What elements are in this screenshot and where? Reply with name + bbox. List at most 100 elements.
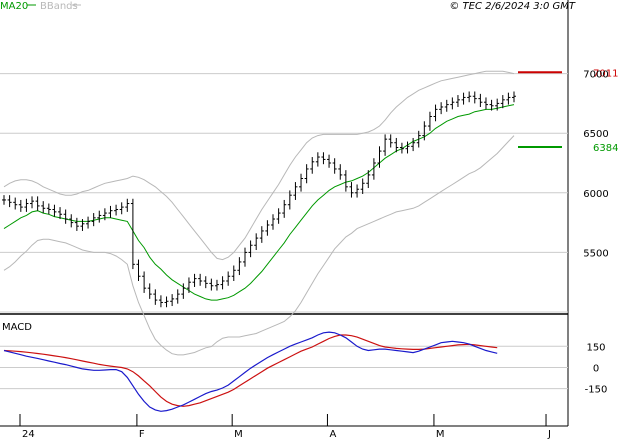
price-bar <box>483 97 488 110</box>
price-bar <box>315 152 320 167</box>
price-bar <box>147 283 152 299</box>
price-bar <box>388 134 393 148</box>
price-bar <box>512 91 516 103</box>
x-tick-label: A <box>329 429 336 440</box>
price-bar <box>299 173 304 192</box>
y-tick-labels: 7000 6500 6000 5500 150 0 -150 <box>583 70 608 396</box>
price-y-tick-label: 5500 <box>583 248 608 259</box>
price-bar <box>18 199 23 212</box>
copyright-note: © TEC 2/6/2024 3:0 GMT <box>449 1 576 12</box>
price-bar <box>248 240 253 258</box>
price-bar <box>125 198 130 212</box>
price-bar <box>114 204 119 216</box>
macd-signal-path <box>3 334 498 407</box>
macd-line-path <box>3 331 498 412</box>
x-tick-labels: 24 F M A M J <box>19 414 551 440</box>
price-y-tick-label: 7000 <box>583 70 608 81</box>
price-bar <box>175 289 180 304</box>
macd-y-tick-label: 0 <box>593 363 599 374</box>
price-bar <box>360 178 365 194</box>
price-bar <box>2 195 6 205</box>
price-bar <box>310 157 315 174</box>
price-gridlines <box>0 73 568 313</box>
chart-canvas: 70116384 70006500600055001500-150 24 F M A M… <box>0 0 618 440</box>
price-bar <box>405 141 410 154</box>
price-bar <box>327 154 332 168</box>
price-bar <box>192 273 197 287</box>
price-bar <box>24 198 29 212</box>
price-bar <box>259 226 264 243</box>
level-label-6384: 6384 <box>593 143 618 154</box>
price-bar <box>164 296 169 308</box>
bbands-lower-path <box>3 135 515 356</box>
price-bar <box>472 91 477 104</box>
price-bar <box>467 91 472 103</box>
price-bar <box>478 93 483 107</box>
x-tick-label: 24 <box>22 429 35 440</box>
price-bar <box>13 197 18 210</box>
price-bar <box>170 294 175 307</box>
price-y-tick-label: 6500 <box>583 129 608 140</box>
price-bar <box>52 204 57 217</box>
price-bar <box>108 205 113 218</box>
price-bar <box>136 259 141 282</box>
price-bar <box>86 216 91 229</box>
ma20-path <box>3 104 515 301</box>
x-tick-label: J <box>547 429 551 440</box>
price-bar <box>237 257 242 276</box>
price-bar <box>411 137 416 152</box>
legend-ma20: MA20 <box>0 1 28 12</box>
macd-y-tick-label: 150 <box>586 342 605 353</box>
x-tick-label: M <box>436 429 445 440</box>
ma20-line <box>3 104 515 301</box>
price-bar <box>203 276 208 289</box>
price-bar <box>439 102 444 115</box>
price-bar <box>119 202 124 215</box>
price-bar <box>343 170 348 192</box>
price-bar <box>455 95 460 107</box>
bbands-upper-path <box>3 70 515 261</box>
price-bar <box>338 164 343 180</box>
price-bar <box>198 273 203 286</box>
price-bar <box>276 208 281 224</box>
price-bar <box>226 271 231 286</box>
price-bar <box>214 279 219 291</box>
price-bar <box>231 265 236 282</box>
price-bar <box>461 92 466 105</box>
macd-signal-line <box>3 334 498 407</box>
price-bar <box>265 220 270 236</box>
price-bar <box>321 152 326 165</box>
x-tick-label: M <box>234 429 243 440</box>
price-y-tick-label: 6000 <box>583 189 608 200</box>
price-bar <box>74 217 79 231</box>
price-bar <box>304 164 309 184</box>
price-bar <box>220 276 225 290</box>
price-bar <box>153 289 158 305</box>
price-bar <box>450 97 455 110</box>
legend-bbands: BBands <box>40 1 78 12</box>
price-bar <box>80 219 85 231</box>
price-bar <box>355 184 360 198</box>
price-bar <box>209 278 214 291</box>
price-bar <box>506 92 511 105</box>
price-bar <box>349 182 354 198</box>
price-bar <box>46 203 51 215</box>
price-bar <box>383 134 388 156</box>
price-bar <box>254 233 259 251</box>
price-bar <box>332 158 337 174</box>
price-bar <box>142 271 147 293</box>
bbands-upper-line <box>3 70 515 261</box>
price-bar <box>271 214 276 230</box>
price-bar <box>242 247 247 267</box>
price-bar <box>97 210 102 223</box>
price-bar <box>427 111 432 131</box>
price-bar <box>35 196 40 211</box>
macd-y-tick-label: -150 <box>585 385 608 396</box>
macd-gridlines <box>0 345 568 390</box>
bbands-lower-line <box>3 135 515 356</box>
price-bar <box>41 201 46 214</box>
price-bar <box>433 104 438 122</box>
x-tick-label: F <box>139 429 145 440</box>
price-bar <box>7 195 12 208</box>
price-bar <box>186 277 191 293</box>
